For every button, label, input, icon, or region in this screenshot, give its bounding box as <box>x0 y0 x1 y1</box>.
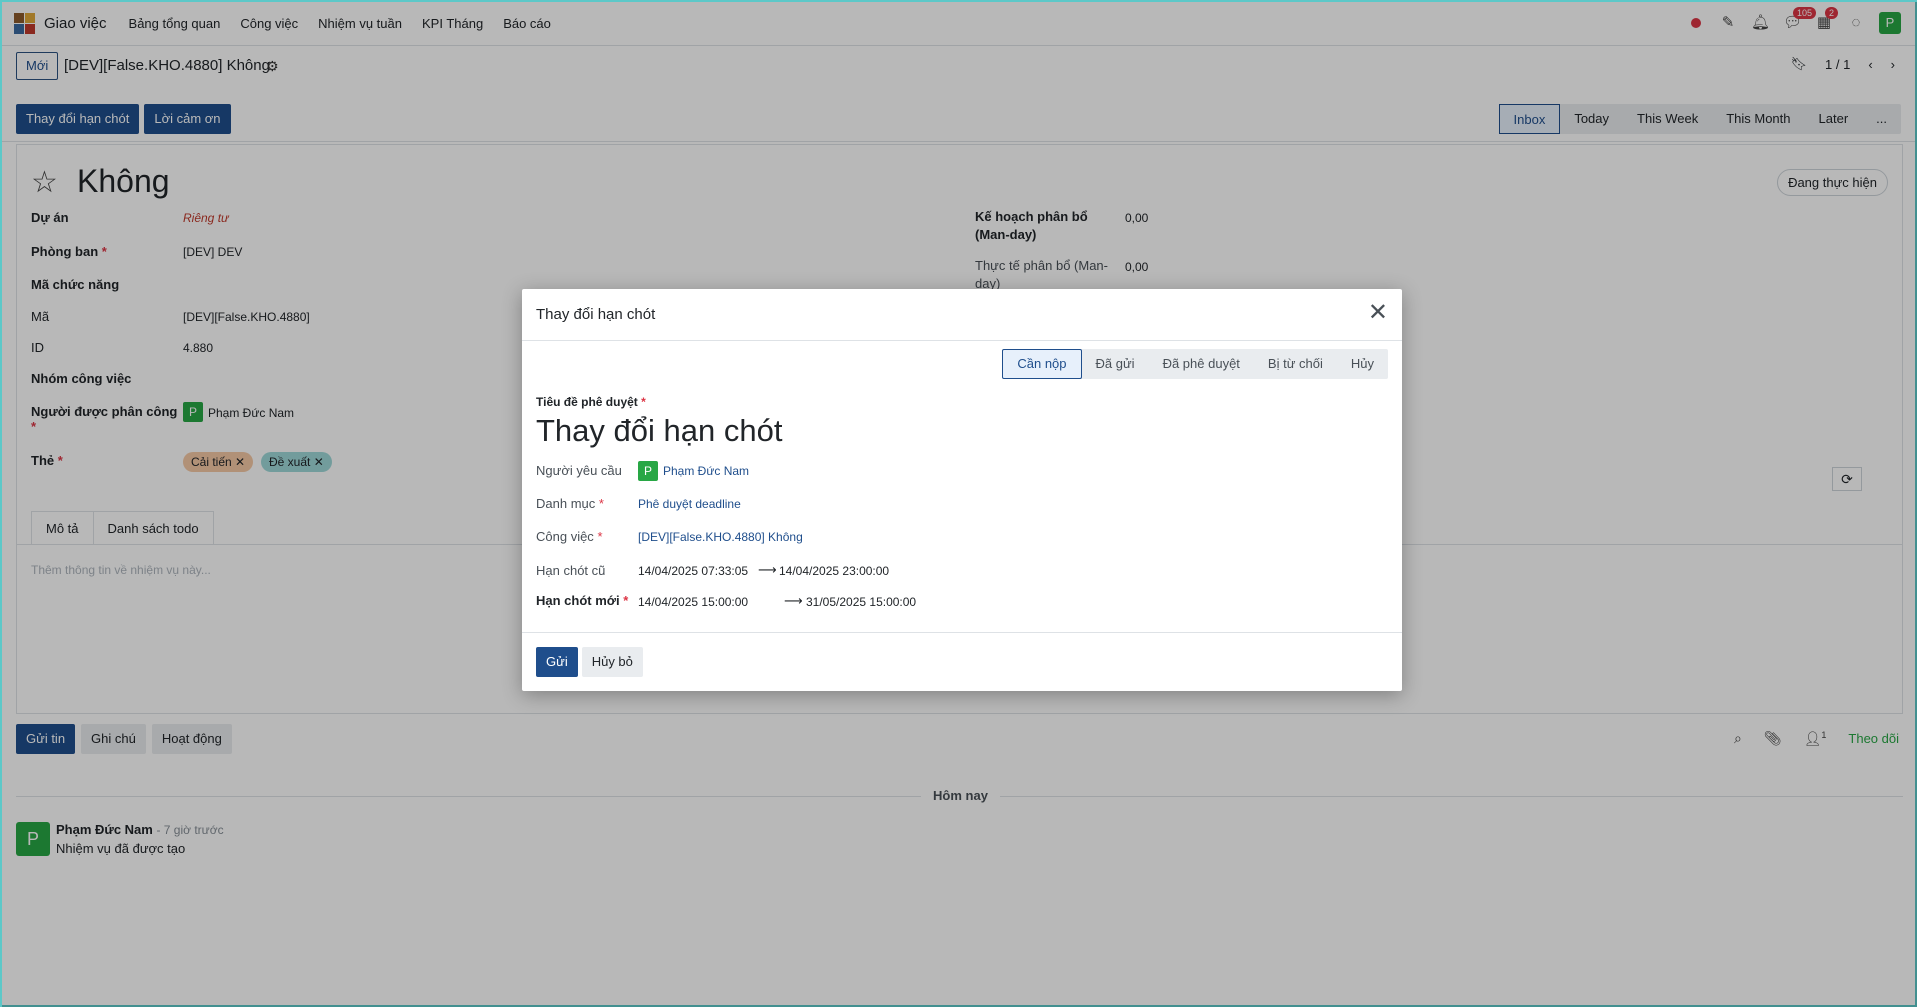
requester-avatar: P <box>638 461 658 481</box>
requester-value[interactable]: Phạm Đức Nam <box>663 464 749 478</box>
step-approved[interactable]: Đã phê duyệt <box>1149 349 1254 379</box>
approval-statusbar: Cần nộp Đã gửi Đã phê duyệt Bị từ chối H… <box>1002 349 1388 379</box>
old-deadline-label: Hạn chót cũ <box>536 563 606 578</box>
task-value[interactable]: [DEV][False.KHO.4880] Không <box>638 530 803 544</box>
category-label: Danh mục * <box>536 496 604 511</box>
new-deadline-start[interactable]: 14/04/2025 15:00:00 <box>638 595 748 609</box>
close-icon[interactable]: ✕ <box>1368 301 1388 325</box>
category-value[interactable]: Phê duyệt deadline <box>638 497 741 511</box>
dialog-footer: Gửi Hủy bỏ <box>522 632 1402 691</box>
dialog-header: Thay đổi hạn chót ✕ <box>522 289 1402 341</box>
arrow-right-icon: ⟶ <box>784 593 803 608</box>
old-deadline-start: 14/04/2025 07:33:05 <box>638 564 749 578</box>
send-button[interactable]: Gửi <box>536 647 578 677</box>
step-cancelled[interactable]: Hủy <box>1337 349 1388 379</box>
approval-title-field[interactable]: Thay đổi hạn chót <box>536 413 782 449</box>
task-label: Công việc * <box>536 529 603 544</box>
requester-label: Người yêu cầu <box>536 463 622 478</box>
new-deadline-label: Hạn chót mới * <box>536 593 629 608</box>
dialog-title: Thay đổi hạn chót <box>536 306 656 323</box>
change-deadline-dialog: Thay đổi hạn chót ✕ Cần nộp Đã gửi Đã ph… <box>522 289 1402 691</box>
new-deadline-end[interactable]: 31/05/2025 15:00:00 <box>806 595 916 609</box>
step-refused[interactable]: Bị từ chối <box>1254 349 1337 379</box>
cancel-button[interactable]: Hủy bỏ <box>581 647 643 677</box>
step-submitted[interactable]: Đã gửi <box>1082 349 1149 379</box>
approval-title-label: Tiêu đề phê duyệt * <box>536 395 646 409</box>
old-deadline-end: 14/04/2025 23:00:00 <box>779 564 890 578</box>
step-to-submit[interactable]: Cần nộp <box>1002 349 1082 379</box>
arrow-right-icon: ⟶ <box>758 562 777 577</box>
